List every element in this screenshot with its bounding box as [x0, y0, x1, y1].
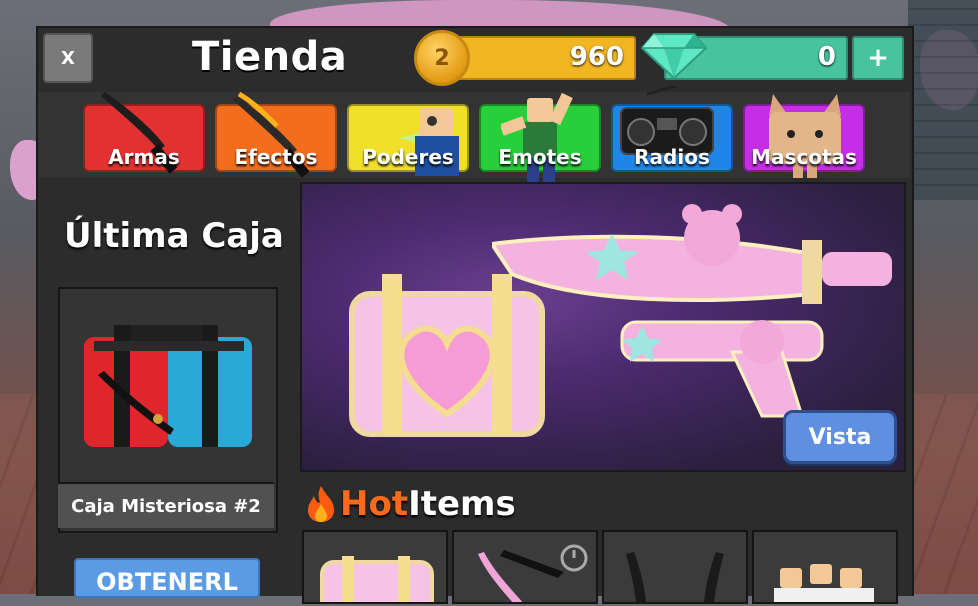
last-box-heading: Última Caja [64, 216, 284, 256]
category-tab-poderes[interactable]: Poderes [347, 104, 469, 176]
hot-item-case[interactable] [302, 530, 448, 606]
mystery-box-name: Caja Misteriosa #2 [58, 482, 274, 528]
close-label: X [61, 47, 75, 69]
teddy-gun-icon [620, 320, 824, 418]
gem-amount: 0 [817, 42, 836, 72]
category-tab-efectos[interactable]: Efectos [215, 91, 337, 178]
mystery-box-icon [84, 325, 252, 447]
gem-icon [640, 33, 708, 80]
obtain-button[interactable]: OBTENERL [74, 558, 260, 598]
category-label: Poderes [362, 145, 454, 169]
page-title: Tienda [192, 34, 348, 80]
view-button[interactable]: Vista [783, 410, 897, 464]
category-tab-radios[interactable]: Radios [611, 86, 733, 172]
category-tab-emotes[interactable]: Emotes [479, 92, 601, 184]
hot-item-characters[interactable] [752, 530, 898, 606]
coin-amount: 960 [569, 42, 624, 72]
flaming-knife-icon [233, 91, 310, 178]
hot-items-heading: HotItems [340, 484, 516, 524]
category-label: Radios [634, 145, 710, 169]
add-gems-label: + [867, 43, 889, 73]
cat-pet-icon [769, 94, 841, 178]
coin-symbol: 2 [434, 45, 450, 71]
coin-icon: 2 [414, 30, 470, 86]
close-button[interactable]: X [43, 33, 93, 83]
pink-knife-icon [478, 544, 588, 604]
character-power-icon [399, 108, 459, 176]
characters-group-icon [774, 564, 874, 606]
hot-items-heading-hot: Hot [340, 484, 409, 524]
hot-item-dark-knife[interactable] [602, 530, 748, 604]
hot-items-heading-items: Items [408, 484, 516, 524]
category-label: Mascotas [751, 145, 857, 169]
category-label: Efectos [234, 145, 318, 169]
flame-icon [308, 486, 334, 522]
teddy-knife-icon [492, 204, 892, 304]
dancing-character-icon [501, 92, 573, 184]
category-label: Armas [108, 145, 180, 169]
knife-icon [101, 92, 178, 174]
dark-knives-icon [626, 552, 724, 602]
pink-case-icon [320, 556, 434, 606]
category-tab-armas[interactable]: Armas [83, 92, 205, 174]
add-gems-button[interactable]: + [852, 36, 904, 80]
category-label: Emotes [498, 145, 582, 169]
hot-item-knife[interactable] [452, 530, 598, 604]
category-tab-mascotas[interactable]: Mascotas [743, 94, 865, 178]
